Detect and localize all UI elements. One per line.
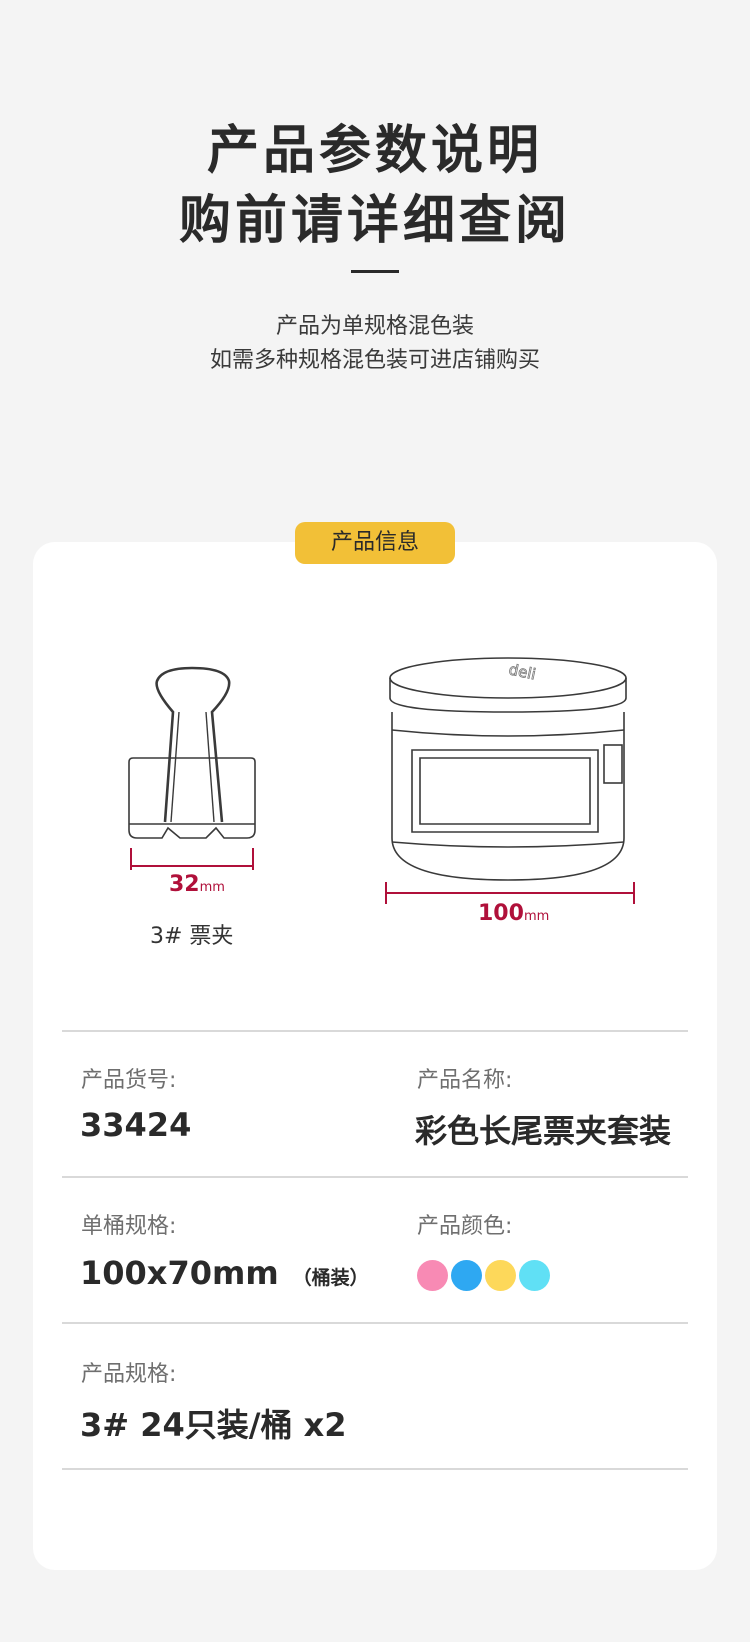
product-illustration: deli	[128, 657, 635, 904]
spec-divider	[62, 1468, 688, 1470]
clip-width-label: 32mm	[169, 872, 225, 897]
bucket-drawing	[389, 657, 627, 881]
name-label: 产品名称:	[417, 1068, 513, 1093]
bucket-spec-label: 单桶规格:	[81, 1214, 177, 1239]
item-no-value: 33424	[80, 1106, 192, 1144]
clip-width-unit: mm	[199, 880, 225, 895]
product-spec-value: 3# 24只装/桶 x2	[80, 1406, 347, 1444]
color-swatch-blue	[451, 1260, 482, 1291]
bucket-logo: deli	[507, 660, 537, 683]
product-spec-label: 产品规格:	[81, 1362, 177, 1387]
spec-divider	[62, 1322, 688, 1324]
spec-divider	[62, 1176, 688, 1178]
color-label: 产品颜色:	[417, 1214, 513, 1239]
clip-name: 3# 票夹	[150, 924, 234, 949]
clip-dimension-line	[130, 848, 254, 870]
color-swatch-cyan	[519, 1260, 550, 1291]
bucket-width-unit: mm	[523, 909, 550, 924]
bucket-spec-size: 100x70mm	[80, 1254, 279, 1292]
name-value: 彩色长尾票夹套装	[415, 1112, 672, 1150]
color-swatch-pink	[417, 1260, 448, 1291]
item-no-label: 产品货号:	[81, 1068, 177, 1093]
binder-clip-drawing	[128, 666, 256, 839]
bucket-width-value: 100	[478, 901, 524, 926]
color-swatches	[417, 1260, 550, 1291]
bucket-spec-value: 100x70mm （桶装）	[80, 1254, 369, 1292]
clip-width-value: 32	[169, 872, 200, 897]
spec-divider	[62, 1030, 688, 1032]
bucket-spec-note: （桶装）	[292, 1267, 369, 1289]
color-swatch-yellow	[485, 1260, 516, 1291]
bucket-width-label: 100mm	[478, 901, 549, 926]
